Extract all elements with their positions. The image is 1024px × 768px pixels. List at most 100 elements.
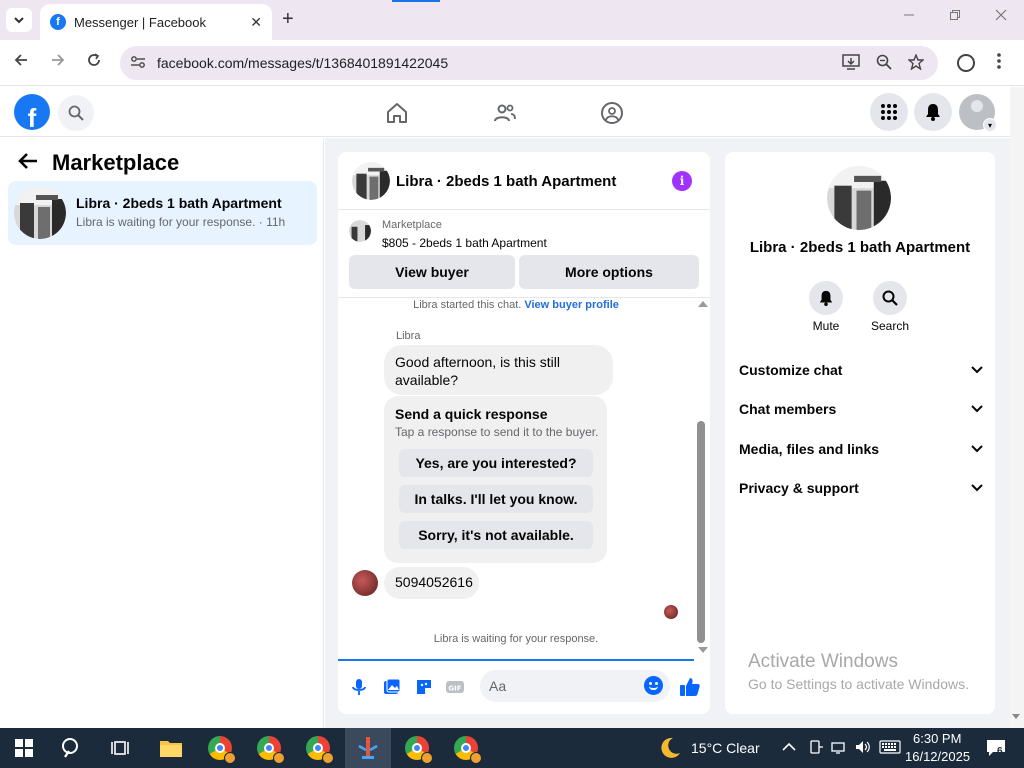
taskbar-search-button[interactable]	[58, 734, 86, 762]
quick-response-option[interactable]: Sorry, it's not available.	[399, 521, 593, 549]
message-input[interactable]: Aa	[480, 670, 670, 702]
thumbs-up-icon[interactable]	[679, 676, 700, 696]
maximize-button[interactable]	[949, 8, 961, 24]
chat-details-panel: Libra · 2beds 1 bath Apartment Mute Sear…	[725, 152, 995, 714]
chat-title[interactable]: Libra · 2beds 1 bath Apartment	[396, 173, 616, 190]
friends-nav-button[interactable]	[493, 101, 517, 125]
gif-icon[interactable]: GIF	[445, 677, 465, 697]
reload-button[interactable]	[86, 52, 102, 73]
url-text[interactable]: facebook.com/messages/t/1368401891422045	[157, 55, 448, 71]
details-listing-thumbnail[interactable]	[827, 166, 891, 230]
listing-price-title[interactable]: $805 - 2beds 1 bath Apartment	[382, 236, 547, 250]
chevron-down-icon	[971, 445, 983, 453]
tab-title: Messenger | Facebook	[74, 14, 206, 30]
chevron-down-icon	[14, 17, 24, 24]
clock-date[interactable]: 16/12/2025	[905, 749, 970, 764]
chat-members-section[interactable]: Chat members	[739, 397, 983, 421]
search-chat-button[interactable]	[873, 281, 907, 315]
weather-text[interactable]: 15°C Clear	[691, 740, 760, 756]
clock-time[interactable]: 6:30 PM	[913, 731, 961, 746]
tab-search-button[interactable]	[6, 8, 32, 32]
active-app-button[interactable]	[354, 734, 382, 762]
bookmark-star-icon[interactable]	[907, 53, 925, 74]
mute-button[interactable]	[809, 281, 843, 315]
weather-moon-icon[interactable]	[656, 734, 684, 762]
quick-response-title: Send a quick response	[395, 406, 548, 422]
more-options-button[interactable]: More options	[519, 255, 699, 289]
page-scroll-down-arrow-icon[interactable]	[1012, 714, 1020, 719]
chrome-taskbar-button[interactable]	[255, 734, 285, 764]
media-files-links-section[interactable]: Media, files and links	[739, 437, 983, 461]
site-info-icon[interactable]	[130, 55, 146, 72]
tray-device-icon[interactable]	[808, 740, 824, 757]
thread-scrollbar[interactable]	[694, 299, 710, 659]
bell-icon	[819, 290, 833, 306]
new-tab-button[interactable]: +	[282, 8, 294, 31]
sticker-icon[interactable]	[414, 677, 434, 697]
privacy-support-section[interactable]: Privacy & support	[739, 476, 983, 500]
scroll-down-arrow-icon[interactable]	[698, 647, 708, 653]
facebook-search-button[interactable]	[58, 95, 94, 131]
page-scrollbar[interactable]	[1010, 87, 1024, 728]
chrome-taskbar-button[interactable]	[206, 734, 236, 764]
message-thread: Libra started this chat. View buyer prof…	[338, 299, 710, 659]
chrome-taskbar-button[interactable]	[403, 734, 433, 764]
file-explorer-button[interactable]	[157, 734, 185, 762]
chat-listing-thumbnail[interactable]	[352, 162, 390, 200]
chrome-taskbar-button[interactable]	[452, 734, 482, 764]
facebook-logo[interactable]: f	[14, 94, 50, 130]
home-nav-button[interactable]	[385, 101, 409, 125]
browser-profile-icon[interactable]	[957, 54, 975, 72]
menu-grid-button[interactable]	[870, 93, 908, 131]
install-app-icon[interactable]	[842, 54, 860, 74]
mute-label: Mute	[812, 319, 840, 333]
listing-thumbnail	[14, 187, 66, 239]
view-buyer-button[interactable]: View buyer	[349, 255, 515, 289]
browser-menu-button[interactable]	[996, 52, 1002, 75]
photo-icon[interactable]	[382, 677, 402, 697]
customize-chat-section[interactable]: Customize chat	[739, 358, 983, 382]
tab-close-button[interactable]: ✕	[250, 14, 262, 31]
minimize-button[interactable]	[903, 8, 915, 24]
back-button[interactable]	[13, 52, 29, 73]
emoji-icon[interactable]	[644, 676, 663, 695]
account-avatar-button[interactable]: ▾	[959, 94, 997, 132]
watermark-subtitle: Go to Settings to activate Windows.	[748, 676, 969, 692]
sender-avatar[interactable]	[352, 570, 378, 596]
view-buyer-profile-link[interactable]: View buyer profile	[524, 299, 619, 311]
back-arrow-button[interactable]	[18, 150, 38, 176]
quick-response-option[interactable]: In talks. I'll let you know.	[399, 485, 593, 513]
groups-nav-button[interactable]	[600, 101, 624, 125]
profile-badge-icon	[322, 752, 334, 764]
forward-button[interactable]	[50, 52, 66, 73]
chevron-down-icon	[971, 366, 983, 374]
chat-started-note: Libra started this chat. View buyer prof…	[338, 299, 694, 311]
volume-icon[interactable]	[855, 740, 871, 757]
search-icon	[882, 290, 898, 306]
quick-response-card: Send a quick response Tap a response to …	[384, 396, 607, 563]
chrome-taskbar-button[interactable]	[304, 734, 334, 764]
zoom-icon[interactable]	[876, 54, 892, 74]
tray-chevron-up-icon[interactable]	[782, 740, 796, 755]
arrow-left-icon	[14, 54, 27, 66]
info-icon[interactable]: i	[672, 171, 692, 191]
task-view-button[interactable]	[106, 734, 134, 762]
keyboard-icon[interactable]	[879, 740, 901, 757]
facebook-header: f ▾	[0, 87, 1010, 137]
folder-icon	[160, 741, 182, 757]
notification-center-button[interactable]: 6	[985, 737, 1007, 759]
browser-tab-messenger[interactable]: f Messenger | Facebook ✕	[40, 4, 272, 40]
network-icon[interactable]	[831, 740, 847, 757]
close-window-button[interactable]	[995, 8, 1007, 24]
quick-response-option[interactable]: Yes, are you interested?	[399, 449, 593, 477]
microphone-icon[interactable]	[349, 677, 369, 697]
activate-windows-watermark: Activate Windows Go to Settings to activ…	[748, 651, 969, 692]
message-input-placeholder: Aa	[489, 678, 507, 694]
start-button[interactable]	[10, 734, 38, 762]
search-label: Search	[870, 319, 910, 333]
scrollbar-thumb[interactable]	[697, 421, 705, 643]
notifications-button[interactable]	[914, 93, 952, 131]
conversation-item[interactable]: Libra · 2beds 1 bath Apartment Libra is …	[8, 181, 317, 245]
scroll-up-arrow-icon[interactable]	[698, 301, 708, 307]
address-bar[interactable]: facebook.com/messages/t/1368401891422045	[120, 46, 938, 80]
